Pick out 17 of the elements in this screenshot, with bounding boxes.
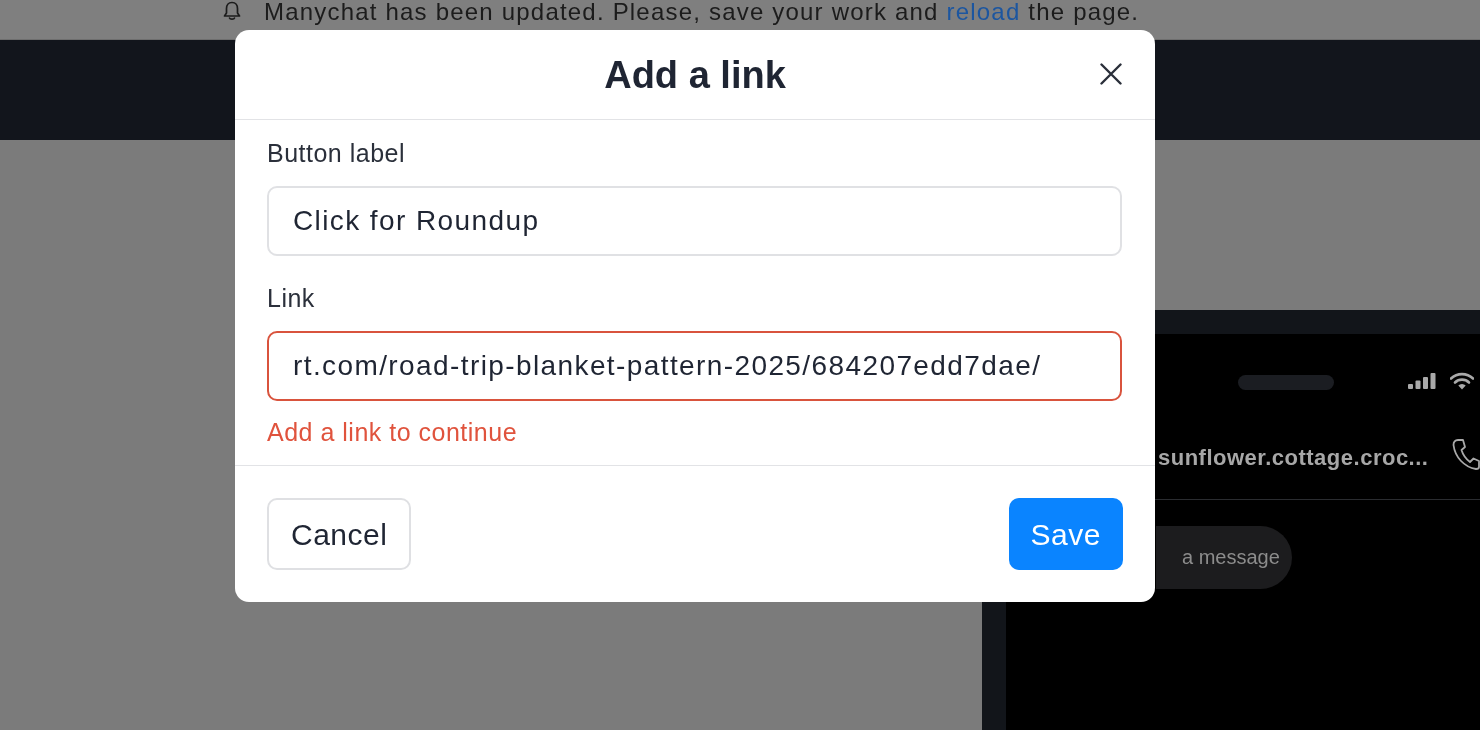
wifi-icon [1450, 372, 1474, 390]
cancel-button[interactable]: Cancel [267, 498, 412, 570]
contact-name: sunflower.cottage.croc... [1158, 444, 1429, 472]
notch-icon [1238, 375, 1334, 390]
text-input[interactable]: rt.com/road-trip-blanket-pattern-2025/684207edd7dae/ [267, 331, 1122, 401]
save-button[interactable]: Save [1008, 498, 1123, 570]
close-icon[interactable] [1100, 63, 1122, 85]
field-label: Button label [267, 139, 406, 167]
error-message: Add a link to continue [267, 418, 518, 446]
dialog-title: Add a link [604, 55, 786, 94]
field-label: Link [267, 284, 315, 312]
update-message: Manychat has been updated. Please, save your work and reload the page. [264, 0, 1140, 24]
signal-icon [1408, 373, 1436, 389]
message-field[interactable]: a message [1156, 526, 1292, 589]
text-input[interactable]: Click for Roundup [267, 186, 1122, 256]
phone-call-icon[interactable] [1452, 438, 1480, 470]
bell-icon [222, 1, 242, 21]
